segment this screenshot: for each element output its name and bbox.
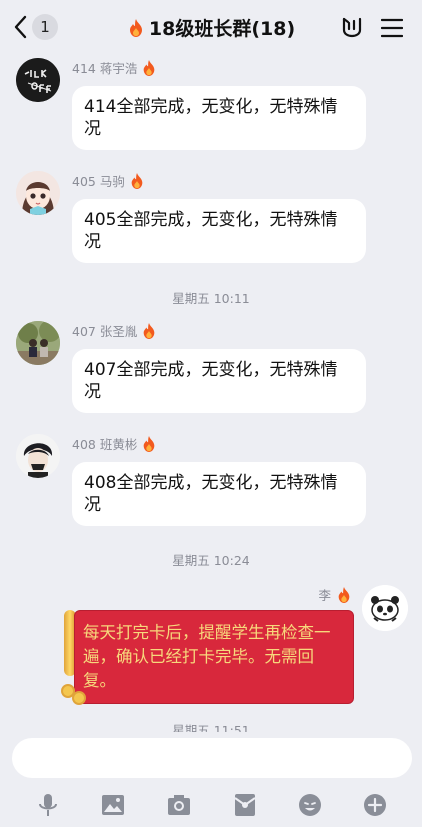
flame-icon bbox=[131, 172, 143, 189]
input-toolbar bbox=[0, 792, 422, 822]
sender-name-text: 414 蒋宇浩 bbox=[72, 61, 138, 76]
chat-title-text: 18级班长群(18) bbox=[148, 18, 296, 40]
message-timestamp: 星期五 10:24 bbox=[172, 553, 250, 568]
avatar-image bbox=[16, 434, 60, 478]
avatar[interactable] bbox=[16, 321, 60, 365]
input-area bbox=[0, 732, 422, 827]
image-icon[interactable] bbox=[100, 792, 126, 818]
sender-name: 407 张圣胤 bbox=[72, 321, 157, 340]
sender-name: 405 马驹 bbox=[72, 171, 145, 190]
emoji-icon[interactable] bbox=[297, 792, 323, 818]
camera-icon[interactable] bbox=[166, 792, 192, 818]
sender-name-text: 407 张圣胤 bbox=[72, 324, 138, 339]
message-timestamp: 星期五 10:11 bbox=[172, 291, 250, 306]
coin-icon bbox=[72, 691, 86, 705]
message-list[interactable]: 414 蒋宇浩 414全部完成，无变化，无特殊情况 405 马驹 405全部完成… bbox=[0, 56, 422, 732]
avatar[interactable] bbox=[16, 171, 60, 215]
avatar-image bbox=[16, 58, 60, 102]
chat-header: 1 18级班长群(18) bbox=[0, 0, 422, 56]
sender-name-text: 李 bbox=[318, 588, 331, 603]
mic-icon[interactable] bbox=[35, 792, 61, 818]
message-bubble[interactable]: 407全部完成，无变化，无特殊情况 bbox=[72, 349, 366, 413]
menu-icon[interactable] bbox=[381, 18, 403, 38]
sender-name: 李 bbox=[318, 585, 352, 604]
my-avatar[interactable] bbox=[362, 585, 408, 631]
plus-icon[interactable] bbox=[362, 792, 388, 818]
sender-name-text: 408 班黄彬 bbox=[72, 437, 138, 452]
red-packet-message-bubble[interactable]: 每天打完卡后，提醒学生再检查一遍，确认已经打卡完毕。无需回复。 bbox=[74, 610, 354, 704]
panda-avatar-image bbox=[362, 585, 408, 631]
avatar-image bbox=[16, 171, 60, 215]
message-timestamp: 星期五 11:51 bbox=[172, 723, 250, 732]
sender-name-text: 405 马驹 bbox=[72, 174, 125, 189]
sender-name: 408 班黄彬 bbox=[72, 434, 157, 453]
sender-name: 414 蒋宇浩 bbox=[72, 58, 157, 77]
flame-icon bbox=[144, 322, 155, 339]
red-packet-icon[interactable] bbox=[232, 792, 258, 818]
avatar[interactable] bbox=[16, 58, 60, 102]
message-bubble[interactable]: 414全部完成，无变化，无特殊情况 bbox=[72, 86, 366, 150]
flame-icon bbox=[338, 586, 350, 603]
group-app-icon[interactable] bbox=[340, 16, 364, 38]
flame-icon bbox=[144, 435, 155, 452]
message-bubble[interactable]: 405全部完成，无变化，无特殊情况 bbox=[72, 199, 366, 263]
message-bubble[interactable]: 408全部完成，无变化，无特殊情况 bbox=[72, 462, 366, 526]
message-input[interactable] bbox=[12, 738, 412, 778]
flame-icon bbox=[144, 59, 155, 76]
avatar[interactable] bbox=[16, 434, 60, 478]
avatar-image bbox=[16, 321, 60, 365]
flame-icon bbox=[129, 18, 142, 37]
